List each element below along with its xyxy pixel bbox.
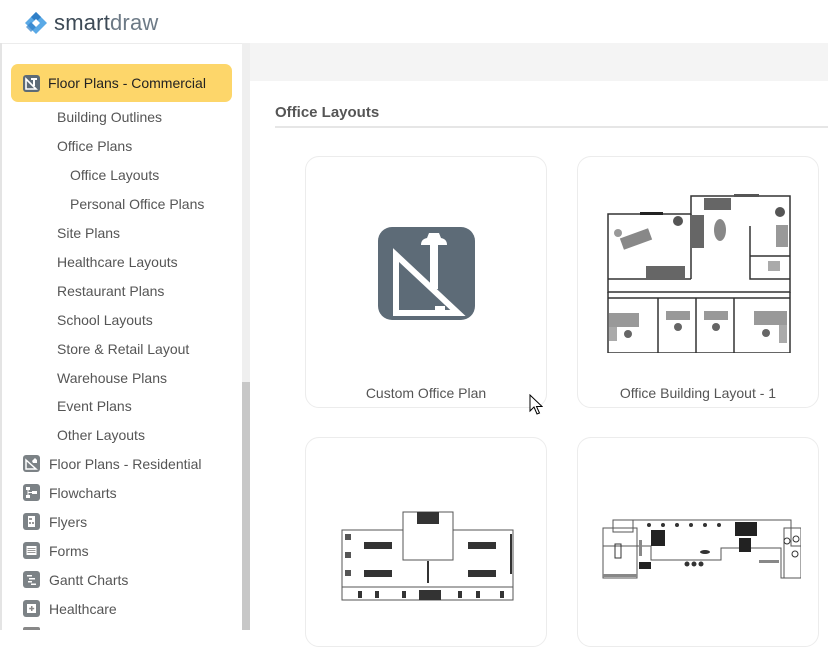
floor-plan-thumbnail <box>602 519 801 579</box>
template-caption: Custom Office Plan <box>365 385 487 401</box>
gantt-chart-icon <box>23 571 40 588</box>
sidebar-scrollbar-thumb[interactable] <box>242 382 250 630</box>
healthcare-icon <box>23 600 40 617</box>
template-card-custom-office-plan[interactable]: Custom Office Plan <box>305 156 547 408</box>
template-card-office-building-layout-1[interactable]: Office Building Layout - 1 <box>577 156 819 408</box>
mouse-cursor-icon <box>529 394 543 415</box>
sidebar-subitem-office-plans[interactable]: Office Plans <box>57 138 132 154</box>
sidebar-item-label: Healthcare <box>49 600 117 617</box>
sidebar-subitem-other-layouts[interactable]: Other Layouts <box>57 427 145 443</box>
flowchart-icon <box>23 484 40 501</box>
form-icon <box>23 542 40 559</box>
smartdraw-logo-icon <box>25 12 47 34</box>
template-card-office-layout-4[interactable] <box>577 437 819 647</box>
sidebar-item-forms[interactable]: Forms <box>23 542 89 559</box>
sidebar-subitem-healthcare-layouts[interactable]: Healthcare Layouts <box>57 254 178 270</box>
sidebar-item-label: Gantt Charts <box>49 571 129 588</box>
sidebar-item-gantt-charts[interactable]: Gantt Charts <box>23 571 128 588</box>
sidebar-subitem-school-layouts[interactable]: School Layouts <box>57 312 153 328</box>
sidebar-subitem-site-plans[interactable]: Site Plans <box>57 225 120 241</box>
floor-plan-thumbnail <box>341 511 514 601</box>
main-header-band <box>250 43 828 81</box>
flyer-icon <box>23 513 40 530</box>
sidebar-subitem-restaurant-plans[interactable]: Restaurant Plans <box>57 283 164 299</box>
sidebar-item-label: Flyers <box>49 513 88 530</box>
template-caption: Office Building Layout - 1 <box>619 385 777 401</box>
sidebar-item-flyers[interactable]: Flyers <box>23 513 87 530</box>
smartdraw-logo[interactable]: smartdraw <box>24 10 159 36</box>
sidebar-subitem-office-layouts[interactable]: Office Layouts <box>70 167 159 183</box>
sidebar-left-edge <box>0 43 2 630</box>
sidebar-subitem-store-retail-layout[interactable]: Store & Retail Layout <box>57 341 189 357</box>
brand-name: smartdraw <box>54 10 159 36</box>
sidebar-item-floor-plans-commercial[interactable]: Floor Plans - Commercial <box>11 64 232 102</box>
template-card-office-layout-3[interactable] <box>305 437 547 647</box>
sidebar-subitem-event-plans[interactable]: Event Plans <box>57 398 132 414</box>
custom-plan-icon <box>378 227 475 320</box>
sidebar-subitem-personal-office-plans[interactable]: Personal Office Plans <box>70 196 204 212</box>
floor-plan-thumbnail <box>607 194 791 353</box>
sidebar-item-flowcharts[interactable]: Flowcharts <box>23 484 117 501</box>
brand-name-bold: smart <box>54 10 110 35</box>
sidebar-subitem-warehouse-plans[interactable]: Warehouse Plans <box>57 370 167 386</box>
floor-plan-commercial-icon <box>23 74 40 92</box>
sidebar-item-healthcare[interactable]: Healthcare <box>23 600 117 617</box>
top-bar: smartdraw <box>0 0 828 43</box>
sidebar-item-label: Floor Plans - Commercial <box>48 75 206 91</box>
sidebar-item-label: Floor Plans - Residential <box>49 455 202 472</box>
section-divider <box>275 126 828 128</box>
sidebar-item-label: Flowcharts <box>49 484 117 501</box>
sidebar-subitem-building-outlines[interactable]: Building Outlines <box>57 109 162 125</box>
sidebar-item-label: Forms <box>49 542 89 559</box>
section-title: Office Layouts <box>275 104 380 121</box>
brand-name-light: draw <box>110 10 159 35</box>
floor-plan-residential-icon <box>23 455 40 472</box>
sidebar-item-floor-plans-residential[interactable]: Floor Plans - Residential <box>23 455 202 472</box>
